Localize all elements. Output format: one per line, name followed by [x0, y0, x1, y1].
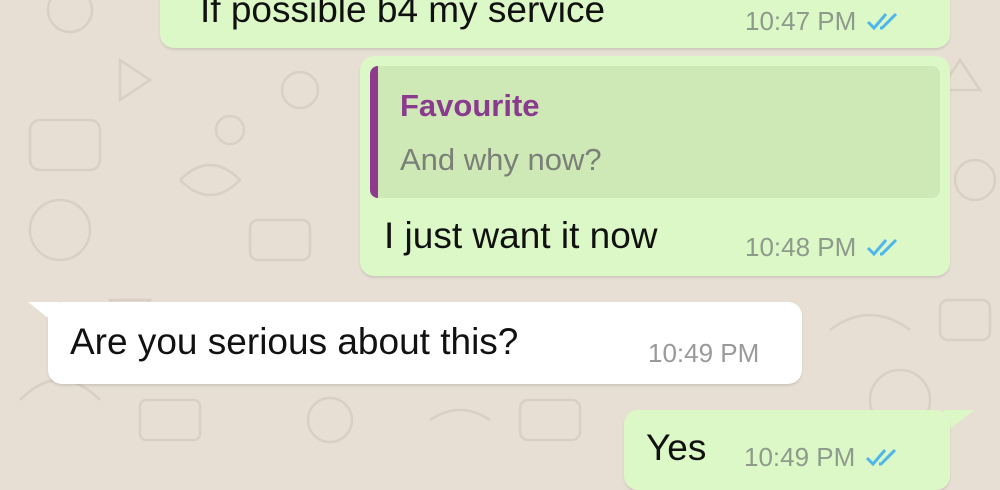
message-time: 10:49 PM: [744, 442, 856, 472]
message-text: Are you serious about this?: [70, 321, 519, 362]
message-text: Yes: [646, 427, 707, 468]
quoted-author: Favourite: [400, 88, 540, 123]
message-time: 10:49 PM: [648, 338, 760, 368]
message-bubble-outgoing[interactable]: Yes 10:49 PM: [624, 410, 950, 490]
message-text: If possible b4 my service: [200, 0, 606, 30]
message-bubble-outgoing[interactable]: Favourite And why now? I just want it no…: [360, 56, 950, 276]
message-meta: 10:47 PM: [745, 6, 904, 36]
message-meta: 10:49 PM: [648, 338, 759, 368]
quoted-message[interactable]: Favourite And why now?: [370, 66, 940, 198]
message-meta: 10:49 PM: [744, 442, 903, 472]
quoted-text: And why now?: [400, 142, 602, 177]
message-bubble-outgoing[interactable]: If possible b4 my service 10:47 PM: [160, 0, 950, 48]
message-bubble-incoming[interactable]: Are you serious about this? 10:49 PM: [48, 302, 802, 384]
double-check-read-icon: [867, 238, 898, 257]
quote-accent-bar: [370, 66, 378, 198]
message-text: I just want it now: [384, 215, 658, 256]
message-meta: 10:48 PM: [745, 232, 904, 262]
double-check-read-icon: [867, 12, 898, 31]
message-time: 10:48 PM: [745, 232, 857, 262]
double-check-read-icon: [866, 448, 897, 467]
message-time: 10:47 PM: [745, 6, 857, 36]
